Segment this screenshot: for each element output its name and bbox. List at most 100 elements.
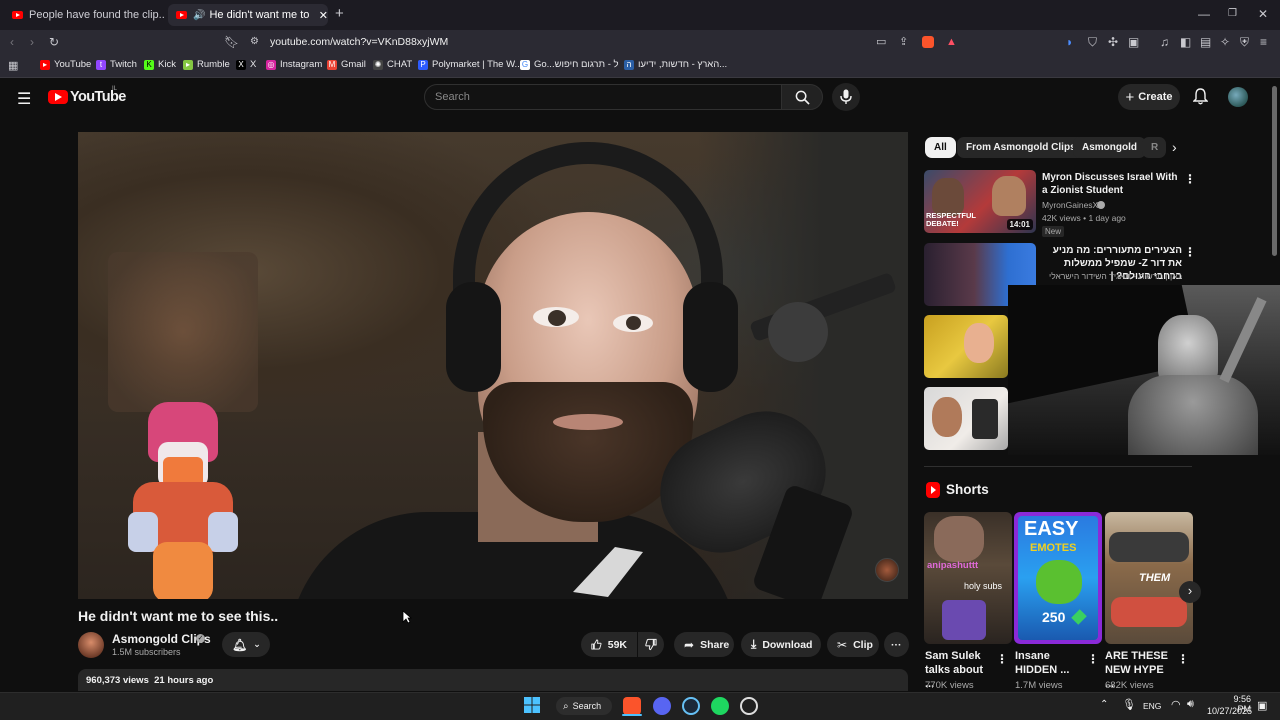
menu-icon[interactable]: ≡ [1260,35,1267,49]
notification-center-icon[interactable]: ▣ [1257,699,1267,712]
extensions-icon[interactable]: ✣ [1108,35,1118,49]
reload-icon[interactable]: ↻ [49,35,59,49]
back-icon[interactable]: ‹ [10,35,14,49]
short-thumbnail[interactable]: anipashuttt holy subs [924,512,1012,644]
subscription-bell-button[interactable]: 🔔︎ ⌄ [222,632,270,657]
bookmark-rumble[interactable]: ▸ Rumble [183,59,230,70]
shield-ext-icon[interactable]: ⛉ [1088,35,1097,49]
video-preview-overlay[interactable] [1008,285,1280,455]
chips-next-icon[interactable]: › [1172,139,1177,155]
download-button[interactable]: ⤓ Download [741,632,821,657]
bookmark-chat[interactable]: ✺ CHAT [373,59,412,70]
volume-icon[interactable]: 🔊︎ [1187,698,1194,711]
tray-chevron-up-icon[interactable]: ⌃ [1100,699,1108,710]
site-info-icon[interactable]: ⚙ [250,35,259,49]
chip-asmongold[interactable]: Asmongold [1073,137,1146,158]
close-window-icon[interactable]: ✕ [1258,7,1268,21]
short-thumbnail[interactable]: THEM [1105,512,1193,644]
chatgpt-app-icon[interactable] [740,697,758,715]
short-title[interactable]: Insane HIDDEN ... [1015,649,1085,677]
short-more-icon[interactable]: ⋮ [996,652,1008,666]
shorts-next-icon[interactable]: › [1179,581,1201,603]
tab-inactive[interactable]: People have found the clip... - YouTu [4,4,164,26]
spotify-icon[interactable] [711,697,729,715]
close-tab-icon[interactable]: ✕ [319,9,328,22]
like-button[interactable]: 59K [581,632,637,657]
brave-shields-icon[interactable] [922,36,934,48]
hamburger-menu-icon[interactable]: ☰ [17,89,31,109]
description-box[interactable]: 960,373 views 21 hours ago [78,669,908,691]
video-player[interactable] [78,132,908,599]
notifications-bell-icon[interactable] [1193,88,1208,105]
rec-thumb-text: RESPECTFUL DEBATE! [926,211,976,228]
voice-search-button[interactable] [832,83,860,111]
wifi-icon[interactable]: ◠ [1171,698,1181,711]
search-placeholder: Search [435,91,470,103]
wallet-icon[interactable]: ▣ [1128,35,1139,49]
share-button[interactable]: ➦ Share [674,632,734,657]
bookmark-kick[interactable]: K Kick [144,59,176,70]
steam-icon[interactable] [682,697,700,715]
wallet-2-icon[interactable]: ▤ [1200,35,1211,49]
clip-button[interactable]: ✂ Clip [827,632,879,657]
bookmark-twitch[interactable]: t Twitch [96,59,137,70]
tab-active[interactable]: 🔊 He didn't want me to see this ✕ [168,4,328,26]
short-more-icon[interactable]: ⋮ [1177,652,1189,666]
bookmark-x[interactable]: XX [236,59,256,70]
more-actions-button[interactable]: ··· [884,632,909,657]
apps-grid-icon[interactable]: ▦ [8,59,18,73]
share-page-icon[interactable]: ⇪ [899,35,908,49]
leo-ai-icon[interactable]: ✧ [1220,35,1230,49]
minimize-icon[interactable]: — [1198,7,1210,21]
discord-icon[interactable] [653,697,671,715]
brave-browser-icon[interactable] [623,697,641,715]
rec-thumbnail[interactable] [924,387,1008,450]
short-thumbnail[interactable]: EASY EMOTES 250 [1014,512,1102,644]
account-avatar[interactable] [1228,87,1248,107]
restore-icon[interactable]: ❐ [1228,7,1237,21]
dislike-button[interactable] [638,632,664,657]
sneakers [1109,532,1189,562]
views-and-date: 960,373 views 21 hours ago [86,675,214,686]
rec-channel[interactable]: כאן | חדשות - תאגיד השידור הישראלי [1042,271,1182,281]
clock-date[interactable]: 10/27/2025 [1206,706,1252,716]
short-more-icon[interactable]: ⋮ [1087,652,1099,666]
page-scrollbar[interactable] [1272,86,1277,256]
forward-icon[interactable]: › [30,35,34,49]
bookmark-haaretz[interactable]: ה הארץ - חדשות, ידיעו... [624,59,727,70]
create-button[interactable]: + Create [1118,84,1180,110]
search-button[interactable] [781,84,823,110]
rec-thumbnail[interactable]: RESPECTFUL DEBATE! 14:01 [924,170,1036,233]
url-field[interactable]: youtube.com/watch?v=VKnD88xyjWM [270,36,448,48]
bookmark-icon[interactable]: 🔖︎ [224,35,239,49]
rec-thumbnail[interactable] [924,315,1008,378]
new-tab-icon[interactable]: + [335,6,344,21]
rec-channel[interactable]: MyronGainesX [1042,200,1098,210]
brave-rewards-icon[interactable]: ▲ [946,36,957,48]
plus-icon: + [1125,88,1135,106]
bookmark-youtube[interactable]: ▸ YouTube [40,59,91,70]
vpn-icon[interactable]: ⛨ [1240,35,1249,49]
sidebar-toggle-icon[interactable]: ◧ [1180,35,1191,49]
chip-all[interactable]: All [925,137,956,158]
language-indicator[interactable]: ENG [1143,701,1161,711]
rec-title[interactable]: Myron Discusses Israel With a Zionist St… [1042,171,1182,197]
chip-partial[interactable]: R [1142,137,1166,158]
bookmark-instagram[interactable]: ◎ Instagram [266,59,322,70]
search-input[interactable]: Search [424,84,782,110]
audio-icon[interactable]: ◗ [1066,35,1073,49]
rec-more-icon[interactable]: ⋮ [1184,245,1196,259]
channel-avatar[interactable] [78,632,104,658]
windows-start-icon[interactable] [524,697,542,715]
bookmark-gmail[interactable]: M Gmail [327,59,366,70]
rec-more-icon[interactable]: ⋮ [1184,172,1196,186]
bookmark-polymarket[interactable]: P Polymarket | The W... [418,59,522,70]
bookmark-google-translate[interactable]: G Go...ל - תרגום חיפוש [520,59,619,70]
taskbar-search[interactable]: ⌕ Search [556,697,612,715]
haaretz-icon: ה [624,59,634,70]
mic-tray-icon[interactable]: 🎙︎ [1122,698,1136,711]
cast-icon[interactable]: ▭ [876,35,886,49]
media-icon[interactable]: ♫ [1160,35,1169,49]
channel-watermark-avatar[interactable] [875,558,899,582]
chip-from-channel[interactable]: From Asmongold Clips [957,137,1085,158]
